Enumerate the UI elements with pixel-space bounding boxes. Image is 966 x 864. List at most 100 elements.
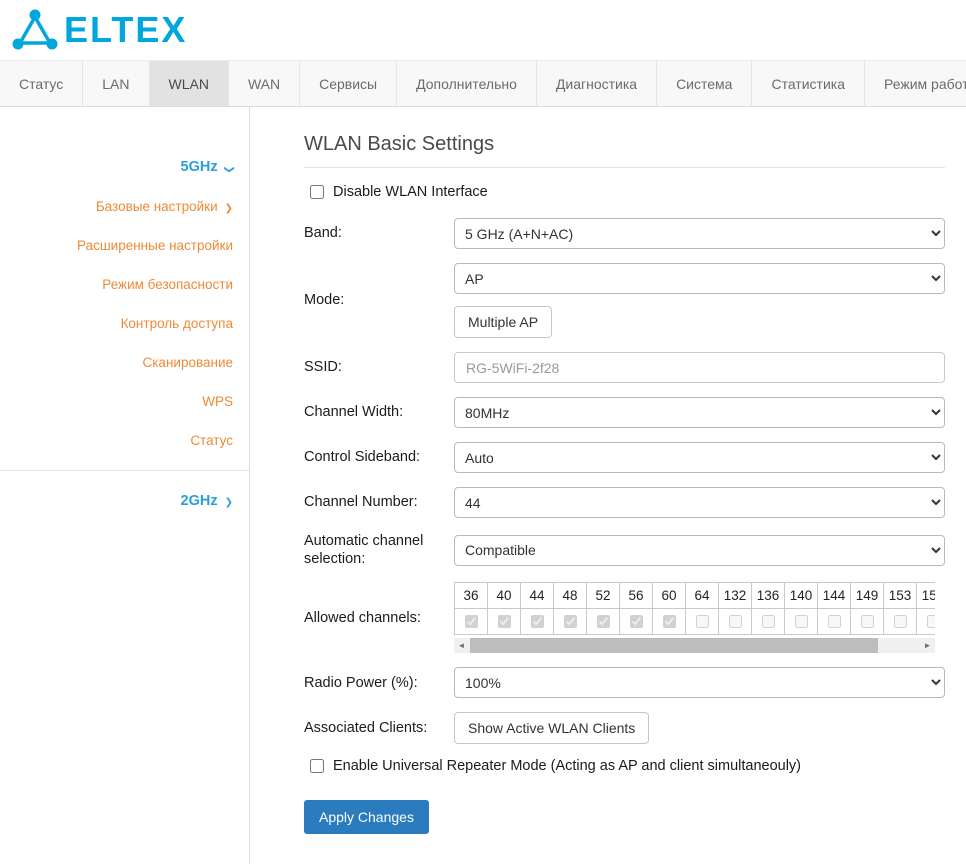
channel-number-cell: 60 (652, 582, 686, 609)
channel-col-36: 36 (454, 582, 487, 635)
mode-select[interactable]: AP (454, 263, 945, 294)
band-select[interactable]: 5 GHz (A+N+AC) (454, 218, 945, 249)
sidebar: 5GHz❯Базовые настройки❯Расширенные настр… (0, 107, 250, 864)
sidebar-item[interactable]: WPS (0, 382, 249, 421)
nav-tab-wan[interactable]: WAN (229, 61, 300, 106)
nav-tab-wlan[interactable]: WLAN (150, 61, 229, 106)
chevron-down-icon: ❯ (223, 165, 234, 173)
sidebar-item[interactable]: Расширенные настройки (0, 226, 249, 265)
channel-checkbox-cell (883, 608, 917, 635)
channel-checkbox-cell (520, 608, 554, 635)
multiple-ap-button[interactable]: Multiple AP (454, 306, 552, 338)
channel-number-cell: 44 (520, 582, 554, 609)
channel-checkbox-cell (718, 608, 752, 635)
eltex-logo: ELTEX (10, 7, 187, 53)
repeater-label: Enable Universal Repeater Mode (Acting a… (333, 758, 801, 774)
main-nav: СтатусLANWLANWANСервисыДополнительноДиаг… (0, 60, 966, 107)
channel-col-44: 44 (520, 582, 553, 635)
channel-width-select[interactable]: 80MHz (454, 397, 945, 428)
channel-checkbox (828, 615, 841, 628)
disable-wlan-checkbox[interactable] (310, 185, 324, 199)
scroll-right-arrow-icon[interactable]: ► (920, 638, 935, 653)
channel-checkbox-cell (685, 608, 719, 635)
channel-checkbox-cell (586, 608, 620, 635)
nav-tab-lan[interactable]: LAN (83, 61, 149, 106)
channel-number-label: Channel Number: (304, 493, 454, 511)
channel-width-label: Channel Width: (304, 403, 454, 421)
channel-checkbox (597, 615, 610, 628)
allowed-channels-row: Allowed channels: 3640444852566064132136… (304, 582, 945, 653)
channel-number-cell: 52 (586, 582, 620, 609)
sidebar-item[interactable]: Статус (0, 421, 249, 460)
allowed-channels-label: Allowed channels: (304, 609, 454, 627)
nav-tab-статистика[interactable]: Статистика (752, 61, 865, 106)
sidebar-item[interactable]: Режим безопасности (0, 265, 249, 304)
band-row: Band: 5 GHz (A+N+AC) (304, 218, 945, 249)
channel-checkbox-cell (817, 608, 851, 635)
channel-col-64: 64 (685, 582, 718, 635)
channel-number-select[interactable]: 44 (454, 487, 945, 518)
auto-channel-label: Automatic channel selection: (304, 532, 454, 568)
mode-label: Mode: (304, 291, 454, 309)
channel-width-row: Channel Width: 80MHz (304, 397, 945, 428)
channel-number-cell: 140 (784, 582, 818, 609)
apply-changes-button[interactable]: Apply Changes (304, 800, 429, 834)
nav-tab-система[interactable]: Система (657, 61, 752, 106)
sidebar-menu: 5GHz❯Базовые настройки❯Расширенные настр… (0, 147, 249, 521)
allowed-channels-table: 3640444852566064132136140144149153157 (454, 582, 935, 635)
channel-number-cell: 157 (916, 582, 935, 609)
band-label: Band: (304, 224, 454, 242)
channel-number-cell: 48 (553, 582, 587, 609)
repeater-checkbox[interactable] (310, 759, 324, 773)
channel-checkbox-cell (850, 608, 884, 635)
channel-checkbox-cell (487, 608, 521, 635)
associated-clients-row: Associated Clients: Show Active WLAN Cli… (304, 712, 945, 744)
channel-col-144: 144 (817, 582, 850, 635)
channel-checkbox-cell (751, 608, 785, 635)
channel-checkbox (927, 615, 936, 628)
nav-tab-режим-работы[interactable]: Режим работы (865, 61, 966, 106)
chevron-right-icon: ❯ (225, 497, 233, 508)
sidebar-section-5ghz[interactable]: 5GHz❯ (0, 147, 249, 187)
ssid-input[interactable] (454, 352, 945, 383)
channel-checkbox (696, 615, 709, 628)
chevron-right-icon: ❯ (225, 203, 233, 214)
channel-col-136: 136 (751, 582, 784, 635)
channel-checkbox-cell (652, 608, 686, 635)
nav-tab-статус[interactable]: Статус (0, 61, 83, 106)
channel-col-56: 56 (619, 582, 652, 635)
nav-tab-дополнительно[interactable]: Дополнительно (397, 61, 537, 106)
nav-tab-сервисы[interactable]: Сервисы (300, 61, 397, 106)
sidebar-item[interactable]: Контроль доступа (0, 304, 249, 343)
radio-power-row: Radio Power (%): 100% (304, 667, 945, 698)
radio-power-label: Radio Power (%): (304, 674, 454, 692)
channel-number-cell: 64 (685, 582, 719, 609)
channel-checkbox (795, 615, 808, 628)
ssid-row: SSID: (304, 352, 945, 383)
auto-channel-select[interactable]: Compatible (454, 535, 945, 566)
sidebar-section-2ghz[interactable]: 2GHz❯ (0, 481, 249, 521)
nav-tabs: СтатусLANWLANWANСервисыДополнительноДиаг… (0, 61, 966, 106)
channel-checkbox (762, 615, 775, 628)
sidebar-item[interactable]: Базовые настройки❯ (0, 187, 249, 226)
channel-checkbox (861, 615, 874, 628)
sidebar-item[interactable]: Сканирование (0, 343, 249, 382)
channel-col-52: 52 (586, 582, 619, 635)
scrollbar-thumb[interactable] (470, 638, 878, 653)
channel-checkbox (498, 615, 511, 628)
show-active-clients-button[interactable]: Show Active WLAN Clients (454, 712, 649, 744)
channel-checkbox (894, 615, 907, 628)
radio-power-select[interactable]: 100% (454, 667, 945, 698)
nav-tab-диагностика[interactable]: Диагностика (537, 61, 657, 106)
channel-number-cell: 153 (883, 582, 917, 609)
repeater-row: Enable Universal Repeater Mode (Acting a… (310, 758, 945, 774)
scroll-left-arrow-icon[interactable]: ◄ (454, 638, 469, 653)
control-sideband-select[interactable]: Auto (454, 442, 945, 473)
channel-col-153: 153 (883, 582, 916, 635)
channel-checkbox (465, 615, 478, 628)
main-content: WLAN Basic Settings Disable WLAN Interfa… (250, 107, 966, 864)
channel-checkbox (729, 615, 742, 628)
channel-checkbox-cell (916, 608, 935, 635)
channel-checkbox (630, 615, 643, 628)
channel-number-cell: 132 (718, 582, 752, 609)
